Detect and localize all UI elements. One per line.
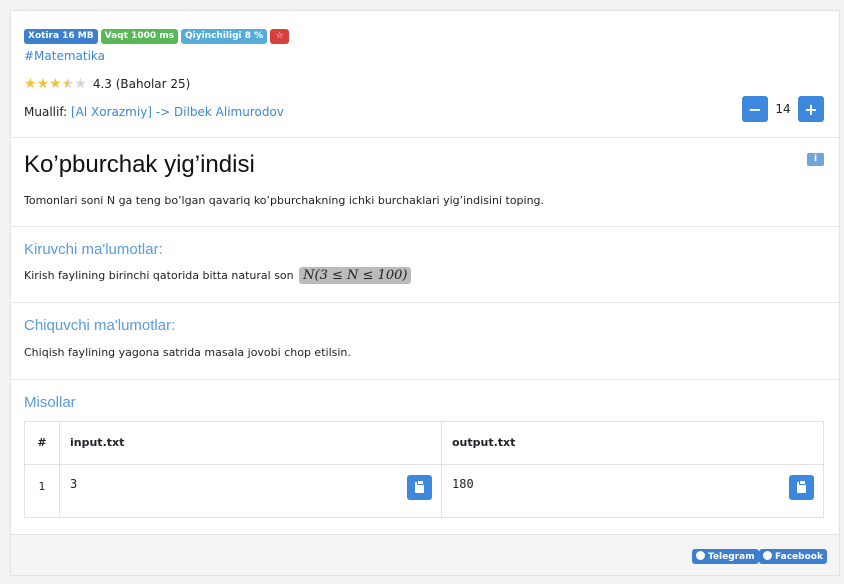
author: Muallif: [Al Xorazmiy] -> Dilbek Alimuro… [24,105,284,119]
col-header-input: input.txt [59,421,442,465]
examples-table: # input.txt output.txt 1 3 180 [24,421,824,518]
output-cell: 180 [441,464,824,518]
output-section: Chiquvchi ma'lumotlar: Chiqish faylining… [11,303,839,380]
telegram-label: Telegram [708,552,755,562]
favorite-star-button[interactable]: ☆ [270,29,290,44]
input-cell: 3 [59,464,442,518]
count-stepper: − 14 + [742,96,824,122]
star-icon[interactable]: ★ [49,77,62,91]
input-value: 3 [70,477,78,491]
author-label: Muallif: [24,105,68,119]
star-half-icon[interactable]: ★ [62,77,75,91]
limits-badges: Xotira 16 MB Vaqt 1000 ms Qiyinchiligi 8… [24,29,290,44]
input-math: N(3 ≤ N ≤ 100) [299,267,412,284]
telegram-share-button[interactable]: Telegram [692,549,759,564]
table-row: 1 3 180 [24,464,824,518]
stepper-value: 14 [775,102,791,116]
output-value: 180 [452,477,474,491]
memory-badge: Xotira 16 MB [24,29,98,44]
problem-card: Xotira 16 MB Vaqt 1000 ms Qiyinchiligi 8… [10,10,840,576]
rating-count: (Baholar 25) [115,77,191,91]
output-heading: Chiquvchi ma'lumotlar: [24,317,176,334]
top-strip [0,0,844,10]
rating-stars[interactable]: ★ ★ ★ ★ ★ [24,77,87,91]
clipboard-icon [797,480,806,493]
copy-output-button[interactable] [789,475,814,500]
col-header-output: output.txt [441,421,824,465]
facebook-icon [763,551,772,560]
problem-statement: Ko’pburchak yig’indisi i Tomonlari soni … [11,138,839,227]
rating-value: 4.3 [92,77,112,91]
examples-heading: Misollar [24,394,76,411]
copy-input-button[interactable] [407,475,432,500]
problem-description: Tomonlari soni N ga teng bo’lgan qavariq… [24,194,545,207]
input-description: Kirish faylining birinchi qatorida bitta… [24,269,294,282]
rating: ★ ★ ★ ★ ★ 4.3 (Baholar 25) [24,77,190,91]
input-heading: Kiruvchi ma'lumotlar: [24,241,163,258]
difficulty-badge: Qiyinchiligi 8 % [180,29,268,44]
star-icon[interactable]: ★ [37,77,50,91]
tag-link[interactable]: #Matematika [24,49,105,63]
facebook-label: Facebook [775,552,823,562]
info-icon[interactable]: i [807,153,824,166]
author-link[interactable]: [Al Xorazmiy] -> Dilbek Alimurodov [71,105,284,119]
facebook-share-button[interactable]: Facebook [759,549,827,564]
star-empty-icon[interactable]: ★ [74,77,87,91]
clipboard-icon [415,480,424,493]
row-num: 1 [24,464,60,518]
problem-title: Ko’pburchak yig’indisi [24,151,255,178]
star-icon[interactable]: ★ [24,77,37,91]
telegram-icon [696,551,705,560]
table-header-row: # input.txt output.txt [24,421,824,465]
problem-header: Xotira 16 MB Vaqt 1000 ms Qiyinchiligi 8… [11,11,839,138]
minus-button[interactable]: − [742,96,768,122]
input-section: Kiruvchi ma'lumotlar: Kirish faylining b… [11,227,839,303]
col-header-num: # [24,421,60,465]
card-footer: Telegram Facebook [11,534,839,575]
plus-button[interactable]: + [798,96,824,122]
time-badge: Vaqt 1000 ms [100,29,178,44]
output-text: Chiqish faylining yagona satrida masala … [24,346,351,359]
input-text: Kirish faylining birinchi qatorida bitta… [24,267,412,284]
